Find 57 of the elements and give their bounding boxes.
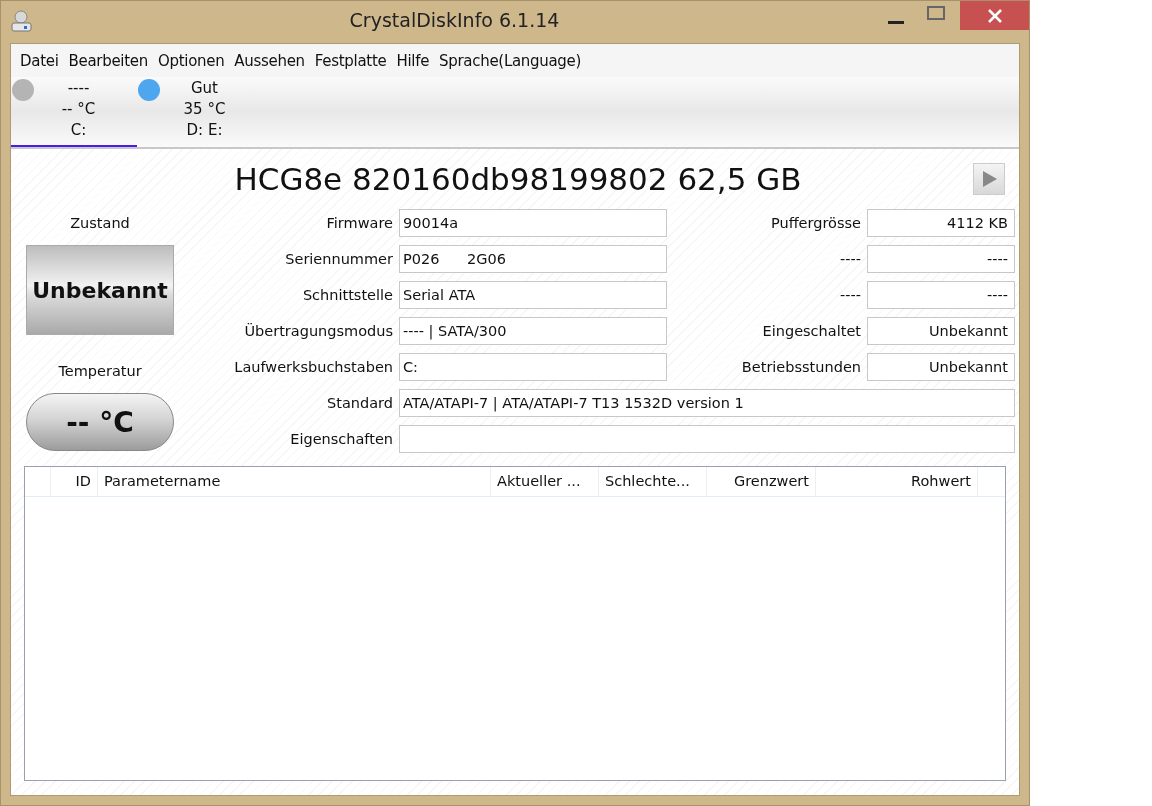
menu-item[interactable]: Sprache(Language): [434, 51, 587, 70]
column-header[interactable]: Aktueller ...: [491, 467, 599, 496]
field-label: Puffergrösse: [769, 214, 861, 233]
drive-tab[interactable]: Gut 35 °C D: E:: [137, 77, 263, 147]
field-label: Firmware: [325, 214, 393, 233]
close-button[interactable]: [960, 1, 1029, 30]
value-field: C:: [399, 353, 667, 381]
drive-status: ----: [67, 78, 90, 99]
menu-item[interactable]: Datei: [15, 51, 64, 70]
temperature-label: Temperatur: [58, 362, 142, 381]
temperature-badge: -- °C: [26, 393, 174, 451]
column-header[interactable]: Grenzwert: [707, 467, 816, 496]
menu-item[interactable]: Optionen: [152, 51, 230, 70]
menu-item[interactable]: Aussehen: [229, 51, 310, 70]
column-header[interactable]: ID: [51, 467, 98, 496]
value-field: ----: [867, 245, 1015, 273]
close-icon: [987, 8, 1002, 23]
value-field: P026 2G06: [399, 245, 667, 273]
field-label: Schnittstelle: [301, 286, 393, 305]
column-header[interactable]: Parametername: [98, 467, 491, 496]
window-title: CrystalDiskInfo 6.1.14: [349, 9, 560, 31]
field-label: Laufwerksbuchstaben: [233, 358, 393, 377]
health-label: Zustand: [70, 214, 130, 233]
value-field: Serial ATA: [399, 281, 667, 309]
menu-item[interactable]: Bearbeiten: [63, 51, 153, 70]
menu-item[interactable]: Festplatte: [309, 51, 392, 70]
value-field: ---- | SATA/300: [399, 317, 667, 345]
value-field: 90014a: [399, 209, 667, 237]
field-label: Eingeschaltet: [761, 322, 861, 341]
app-icon: [9, 9, 35, 33]
drive-temperature: -- °C: [61, 99, 96, 120]
minimize-icon: [888, 21, 904, 24]
field-label: ----: [839, 250, 861, 269]
next-disk-button[interactable]: [973, 163, 1005, 195]
field-label: Seriennummer: [284, 250, 393, 269]
drive-status: Gut: [191, 78, 218, 99]
drive-temperature: 35 °C: [183, 99, 226, 120]
disk-model-title: HCG8e 820160db98199802 62,5 GB: [233, 161, 803, 197]
value-field: ATA/ATAPI-7 | ATA/ATAPI-7 T13 1532D version 1: [399, 389, 1015, 417]
value-field: ----: [867, 281, 1015, 309]
field-label: Standard: [326, 394, 393, 413]
drive-tab[interactable]: ---- -- °C C:: [11, 77, 137, 147]
value-field: Unbekannt: [867, 353, 1015, 381]
column-header[interactable]: Rohwert: [816, 467, 978, 496]
field-label: Eigenschaften: [289, 430, 393, 449]
drive-letters: C:: [70, 120, 87, 141]
field-label: ----: [839, 286, 861, 305]
drive-letters: D: E:: [186, 120, 223, 141]
menu-item[interactable]: Hilfe: [391, 51, 435, 70]
column-header[interactable]: Schlechte...: [599, 467, 707, 496]
value-field: Unbekannt: [867, 317, 1015, 345]
maximize-icon: [927, 5, 945, 20]
value-field: 4112 KB: [867, 209, 1015, 237]
play-icon: [981, 170, 997, 188]
health-status-button[interactable]: Unbekannt: [26, 245, 174, 335]
field-label: Übertragungsmodus: [243, 322, 393, 341]
field-label: Betriebsstunden: [740, 358, 861, 377]
